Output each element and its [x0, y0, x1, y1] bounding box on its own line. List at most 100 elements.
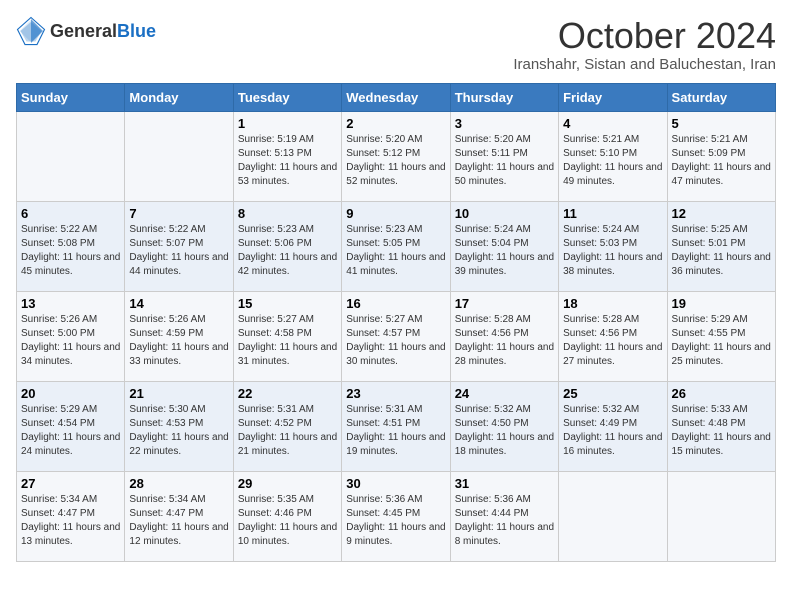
day-info: Sunrise: 5:23 AMSunset: 5:06 PMDaylight:… [238, 223, 337, 279]
day-info: Sunrise: 5:28 AMSunset: 4:56 PMDaylight:… [455, 313, 554, 369]
calendar-cell: 5Sunrise: 5:21 AMSunset: 5:09 PMDaylight… [667, 111, 775, 201]
day-number: 1 [238, 116, 337, 131]
calendar-cell: 9 Sunrise: 5:23 AMSunset: 5:05 PMDaylight… [342, 201, 450, 291]
day-number: 23 [346, 386, 445, 401]
calendar-cell: 29 Sunrise: 5:35 AMSunset: 4:46 PMDayligh… [233, 471, 341, 561]
day-info: Sunrise: 5:26 AMSunset: 5:00 PMDaylight:… [21, 313, 120, 369]
day-number: 22 [238, 386, 337, 401]
day-info: Sunrise: 5:31 AMSunset: 4:51 PMDaylight:… [346, 403, 445, 459]
day-info: Sunrise: 5:27 AMSunset: 4:58 PMDaylight:… [238, 313, 337, 369]
weekday-header: Saturday [667, 83, 775, 111]
calendar-cell: 25 Sunrise: 5:32 AMSunset: 4:49 PMDayligh… [559, 381, 667, 471]
day-info: Sunrise: 5:29 AMSunset: 4:54 PMDaylight:… [21, 403, 120, 459]
page-header: GeneralBlue October 2024 Iranshahr, Sist… [16, 16, 776, 73]
day-info: Sunrise: 5:20 AMSunset: 5:11 PMDaylight:… [455, 133, 554, 189]
day-number: 2 [346, 116, 445, 131]
day-info: Sunrise: 5:22 AMSunset: 5:08 PMDaylight:… [21, 223, 120, 279]
calendar-cell [559, 471, 667, 561]
logo-icon [16, 16, 46, 46]
day-number: 16 [346, 296, 445, 311]
calendar-cell: 19 Sunrise: 5:29 AMSunset: 4:55 PMDayligh… [667, 291, 775, 381]
calendar-cell: 28 Sunrise: 5:34 AMSunset: 4:47 PMDayligh… [125, 471, 233, 561]
weekday-header: Thursday [450, 83, 558, 111]
calendar-cell: 11 Sunrise: 5:24 AMSunset: 5:03 PMDayligh… [559, 201, 667, 291]
month-title: October 2024 [513, 16, 776, 56]
day-info: Sunrise: 5:28 AMSunset: 4:56 PMDaylight:… [563, 313, 662, 369]
day-number: 12 [672, 206, 771, 221]
calendar-cell: 31 Sunrise: 5:36 AMSunset: 4:44 PMDayligh… [450, 471, 558, 561]
calendar-cell: 14 Sunrise: 5:26 AMSunset: 4:59 PMDayligh… [125, 291, 233, 381]
calendar-cell [667, 471, 775, 561]
day-info: Sunrise: 5:19 AMSunset: 5:13 PMDaylight:… [238, 133, 337, 189]
calendar-cell: 1 Sunrise: 5:19 AMSunset: 5:13 PMDaylight… [233, 111, 341, 201]
calendar-cell: 2 Sunrise: 5:20 AMSunset: 5:12 PMDaylight… [342, 111, 450, 201]
day-info: Sunrise: 5:30 AMSunset: 4:53 PMDaylight:… [129, 403, 228, 459]
day-number: 7 [129, 206, 228, 221]
day-number: 15 [238, 296, 337, 311]
day-number: 10 [455, 206, 554, 221]
day-number: 21 [129, 386, 228, 401]
day-info: Sunrise: 5:35 AMSunset: 4:46 PMDaylight:… [238, 493, 337, 549]
calendar-cell: 18 Sunrise: 5:28 AMSunset: 4:56 PMDayligh… [559, 291, 667, 381]
calendar-cell: 7 Sunrise: 5:22 AMSunset: 5:07 PMDaylight… [125, 201, 233, 291]
day-info: Sunrise: 5:24 AMSunset: 5:04 PMDaylight:… [455, 223, 554, 279]
day-info: Sunrise: 5:36 AMSunset: 4:45 PMDaylight:… [346, 493, 445, 549]
day-info: Sunrise: 5:34 AMSunset: 4:47 PMDaylight:… [21, 493, 120, 549]
day-number: 19 [672, 296, 771, 311]
day-info: Sunrise: 5:32 AMSunset: 4:49 PMDaylight:… [563, 403, 662, 459]
calendar-table: SundayMondayTuesdayWednesdayThursdayFrid… [16, 83, 776, 562]
day-info: Sunrise: 5:21 AMSunset: 5:10 PMDaylight:… [563, 133, 662, 189]
calendar-cell: 6Sunrise: 5:22 AMSunset: 5:08 PMDaylight… [17, 201, 125, 291]
day-number: 4 [563, 116, 662, 131]
day-number: 13 [21, 296, 120, 311]
calendar-cell: 4 Sunrise: 5:21 AMSunset: 5:10 PMDaylight… [559, 111, 667, 201]
day-number: 18 [563, 296, 662, 311]
logo-general-text: General [50, 21, 117, 41]
day-info: Sunrise: 5:36 AMSunset: 4:44 PMDaylight:… [455, 493, 554, 549]
calendar-week-row: 6Sunrise: 5:22 AMSunset: 5:08 PMDaylight… [17, 201, 776, 291]
location-title: Iranshahr, Sistan and Baluchestan, Iran [513, 56, 776, 73]
calendar-week-row: 13 Sunrise: 5:26 AMSunset: 5:00 PMDayligh… [17, 291, 776, 381]
calendar-cell: 30Sunrise: 5:36 AMSunset: 4:45 PMDayligh… [342, 471, 450, 561]
calendar-cell: 15 Sunrise: 5:27 AMSunset: 4:58 PMDayligh… [233, 291, 341, 381]
calendar-week-row: 20Sunrise: 5:29 AMSunset: 4:54 PMDayligh… [17, 381, 776, 471]
day-number: 25 [563, 386, 662, 401]
day-info: Sunrise: 5:21 AMSunset: 5:09 PMDaylight:… [672, 133, 771, 189]
day-info: Sunrise: 5:22 AMSunset: 5:07 PMDaylight:… [129, 223, 228, 279]
day-number: 26 [672, 386, 771, 401]
day-info: Sunrise: 5:27 AMSunset: 4:57 PMDaylight:… [346, 313, 445, 369]
day-info: Sunrise: 5:20 AMSunset: 5:12 PMDaylight:… [346, 133, 445, 189]
weekday-header: Tuesday [233, 83, 341, 111]
weekday-header: Wednesday [342, 83, 450, 111]
day-number: 28 [129, 476, 228, 491]
day-info: Sunrise: 5:25 AMSunset: 5:01 PMDaylight:… [672, 223, 771, 279]
day-number: 11 [563, 206, 662, 221]
day-number: 27 [21, 476, 120, 491]
day-number: 3 [455, 116, 554, 131]
day-info: Sunrise: 5:26 AMSunset: 4:59 PMDaylight:… [129, 313, 228, 369]
day-info: Sunrise: 5:34 AMSunset: 4:47 PMDaylight:… [129, 493, 228, 549]
day-info: Sunrise: 5:32 AMSunset: 4:50 PMDaylight:… [455, 403, 554, 459]
day-info: Sunrise: 5:31 AMSunset: 4:52 PMDaylight:… [238, 403, 337, 459]
day-info: Sunrise: 5:29 AMSunset: 4:55 PMDaylight:… [672, 313, 771, 369]
calendar-cell: 12 Sunrise: 5:25 AMSunset: 5:01 PMDayligh… [667, 201, 775, 291]
day-info: Sunrise: 5:33 AMSunset: 4:48 PMDaylight:… [672, 403, 771, 459]
logo: GeneralBlue [16, 16, 156, 46]
calendar-week-row: 27 Sunrise: 5:34 AMSunset: 4:47 PMDayligh… [17, 471, 776, 561]
day-number: 24 [455, 386, 554, 401]
calendar-cell: 22 Sunrise: 5:31 AMSunset: 4:52 PMDayligh… [233, 381, 341, 471]
day-number: 9 [346, 206, 445, 221]
calendar-cell: 21 Sunrise: 5:30 AMSunset: 4:53 PMDayligh… [125, 381, 233, 471]
weekday-header: Monday [125, 83, 233, 111]
day-info: Sunrise: 5:24 AMSunset: 5:03 PMDaylight:… [563, 223, 662, 279]
calendar-cell: 24 Sunrise: 5:32 AMSunset: 4:50 PMDayligh… [450, 381, 558, 471]
weekday-header-row: SundayMondayTuesdayWednesdayThursdayFrid… [17, 83, 776, 111]
calendar-cell [17, 111, 125, 201]
title-block: October 2024 Iranshahr, Sistan and Baluc… [513, 16, 776, 73]
logo-blue-text: Blue [117, 21, 156, 41]
day-info: Sunrise: 5:23 AMSunset: 5:05 PMDaylight:… [346, 223, 445, 279]
day-number: 29 [238, 476, 337, 491]
day-number: 14 [129, 296, 228, 311]
calendar-cell: 13 Sunrise: 5:26 AMSunset: 5:00 PMDayligh… [17, 291, 125, 381]
day-number: 31 [455, 476, 554, 491]
